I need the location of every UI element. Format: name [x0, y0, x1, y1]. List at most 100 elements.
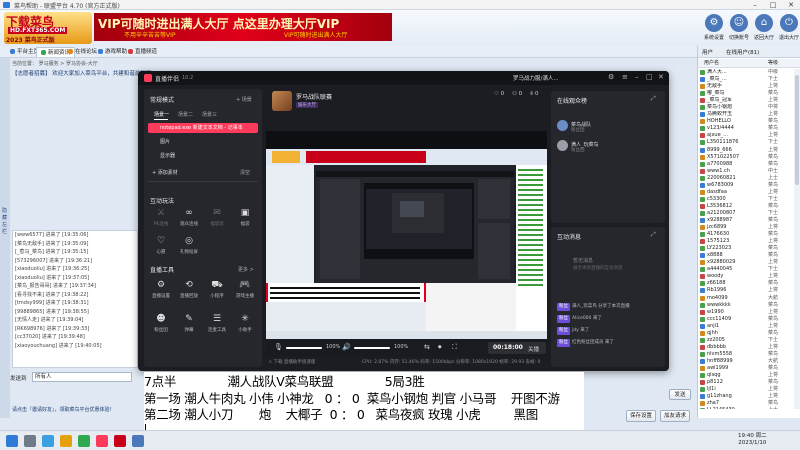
download-tip[interactable]: ⚠ 下载 直播助手极速版 [268, 359, 315, 365]
fullscreen-icon[interactable]: ⛶ [452, 343, 457, 352]
expand-icon[interactable]: ⤢ [651, 231, 656, 239]
end-live-button[interactable]: 关播 [528, 345, 539, 353]
search-icon[interactable] [24, 435, 36, 447]
folder-icon[interactable] [60, 435, 72, 447]
top-icon-3[interactable]: ⏻ 退出大厅 [775, 14, 800, 46]
speaker-icon[interactable]: 🔊 [342, 343, 351, 351]
live-tool-5[interactable]: ✎ 弹幕 [176, 313, 202, 335]
user-row[interactable]: 嘟_菜鸟 菜鸟 [698, 90, 794, 97]
live-tool-6[interactable]: ☰ 连麦工具 [204, 313, 230, 335]
user-list-scrollbar[interactable] [794, 69, 800, 409]
wechat-icon[interactable] [78, 435, 90, 447]
save-settings-button[interactable]: 保存设置 [626, 410, 656, 422]
user-row[interactable]: dbbbbb 上将 [698, 344, 794, 351]
site-logo[interactable]: 下载菜鸟 HD.FXT365.COM 2023 菜鸟正式版 [4, 12, 92, 44]
user-row[interactable]: x8888 菜鸟 [698, 252, 794, 259]
user-row[interactable]: c53300 下士 [698, 196, 794, 203]
live-tool-1[interactable]: ⟲ 直播回放 [176, 279, 202, 301]
viewer-item[interactable]: 菜鸟战队 粉丝团 [557, 119, 657, 133]
settings-icon[interactable]: ⚙ [608, 73, 614, 81]
scene-tab-0[interactable]: 场景一 [154, 111, 169, 118]
mic-slider[interactable] [286, 347, 322, 349]
user-row[interactable]: a7700988 菜鸟 [698, 161, 794, 168]
close-icon[interactable]: ✕ [782, 0, 800, 10]
entry-log-list[interactable]: [www6577] 进来了 [19:35:06] [菜鸟无敌手] 进来了 [19:… [12, 230, 138, 368]
user-row[interactable]: 1575123 上将 [698, 238, 794, 245]
user-row[interactable]: awl1999 菜鸟 [698, 365, 794, 372]
user-row[interactable]: a4440045 下士 [698, 266, 794, 273]
user-row[interactable]: 8999_666 上将 [698, 147, 794, 154]
user-row[interactable]: woody 上将 [698, 273, 794, 280]
speaker-slider[interactable] [354, 347, 390, 349]
source-item-2[interactable]: 显示器 [148, 151, 258, 161]
header-level[interactable]: 等级 [768, 59, 778, 68]
send-button[interactable]: 发送 [669, 389, 691, 400]
user-row[interactable]: anji1 上将 [698, 323, 794, 330]
interact-tool-4[interactable]: ♡ 心愿 [148, 235, 174, 257]
user-row[interactable]: _菜鸟_冠军 上将 [698, 97, 794, 104]
invite-link[interactable]: 请点击『邀请好友』，领取菜鸟平台优惠体验！ [12, 406, 115, 413]
user-row[interactable]: dasdfaa 上将 [698, 189, 794, 196]
mirror-icon[interactable]: ⇆ [424, 343, 430, 351]
header-name[interactable]: 用户名 [704, 59, 719, 68]
record-icon[interactable]: ⏺ [438, 343, 442, 352]
mode-title[interactable]: 常规模式 [150, 95, 174, 104]
user-row[interactable]: 满人大... 中级 [698, 69, 794, 76]
tab-users[interactable]: 用户 [702, 48, 713, 56]
add-source-button[interactable]: + 添加素材 [152, 169, 178, 176]
game-taskbar-icon[interactable] [114, 435, 126, 447]
room-avatar[interactable] [272, 91, 292, 111]
top-icon-1[interactable]: ☺ 切换账号 [725, 14, 753, 46]
notepad-icon[interactable] [132, 435, 144, 447]
user-row[interactable]: p8112 菜鸟 [698, 379, 794, 386]
source-item-0[interactable]: notepad.exe 新建文本文档 - 记事本 [148, 123, 258, 133]
start-icon[interactable] [6, 435, 18, 447]
friend-request-button[interactable]: 加友请求 [660, 410, 690, 422]
user-row[interactable]: hnff88999 大航 [698, 358, 794, 365]
scene-tab-2[interactable]: 场景三 [202, 111, 217, 118]
user-row[interactable]: 马腾蛟开玉 上将 [698, 111, 794, 118]
user-row[interactable]: ljl1i 上将 [698, 386, 794, 393]
user-row[interactable]: 220060821 上士 [698, 175, 794, 182]
user-row[interactable]: LY223023 菜鸟 [698, 245, 794, 252]
user-row[interactable]: wwwkkkk 菜鸟 [698, 302, 794, 309]
vip-ad-banner[interactable]: VIP可随时进出满人大厅 点这里办理大厅VIP 不用辛辛苦苦等VIP VIP可随… [94, 13, 392, 41]
minimize-icon[interactable]: – [746, 0, 764, 10]
user-row[interactable]: w6783009 菜鸟 [698, 182, 794, 189]
user-row[interactable]: jzc6899 上将 [698, 224, 794, 231]
online-user-list[interactable]: 满人大... 中级 _菜鸟_... 下士 无敌手 上将 嘟_菜鸟 菜鸟 _菜鸟_冠军 上将 菜鸟小钢… [698, 69, 794, 409]
user-row[interactable]: www1.ch 中士 [698, 168, 794, 175]
studio-close-icon[interactable]: ✕ [658, 73, 664, 81]
live-tool-2[interactable]: ⛟ 小程序 [204, 279, 230, 301]
studio-minimize-icon[interactable]: – [635, 73, 639, 81]
studio-maximize-icon[interactable]: □ [646, 73, 653, 81]
user-row[interactable]: x9288987 菜鸟 [698, 217, 794, 224]
user-row[interactable]: qlsqg 上将 [698, 372, 794, 379]
user-row[interactable]: ccc11409 菜鸟 [698, 316, 794, 323]
user-row[interactable]: x92880029 上将 [698, 259, 794, 266]
interact-tool-0[interactable]: ⚔ PK连线 [148, 207, 174, 229]
stream-preview[interactable] [266, 131, 547, 339]
mic-icon[interactable]: 🎙 [274, 343, 283, 351]
tab-online-users[interactable]: 在线用户(81) [726, 48, 759, 56]
studio-user[interactable]: 罗马战力服/满人... [513, 74, 559, 82]
live-tool-0[interactable]: ⚙ 直播设置 [148, 279, 174, 301]
clock[interactable]: 19:40 周二 2023/1/10 [738, 433, 767, 447]
user-row[interactable]: g11zhang 上将 [698, 393, 794, 400]
viewer-item[interactable]: 满人_玩菜鸟 粉丝团 [557, 139, 657, 153]
user-row[interactable]: ajxue_... 上将 [698, 132, 794, 139]
maximize-icon[interactable]: □ [764, 0, 782, 10]
interact-tool-2[interactable]: ✉ 福袋玩 [204, 207, 230, 229]
user-row[interactable]: zha7 菜鸟 [698, 400, 794, 407]
live-tool-3[interactable]: 🎮 游戏主播 [232, 279, 258, 301]
scene-tab-1[interactable]: 场景二 [178, 111, 193, 118]
live-tool-4[interactable]: ☻ 粉丝团 [148, 313, 174, 335]
user-row[interactable]: v123/4444 菜鸟 [698, 125, 794, 132]
user-row[interactable]: z66188 菜鸟 [698, 280, 794, 287]
user-row[interactable]: zz2005 下士 [698, 337, 794, 344]
studio-taskbar-icon[interactable] [96, 435, 108, 447]
more-tools-link[interactable]: 更多 > [238, 266, 254, 273]
user-row[interactable]: 菜鸟小钢炮 中将 [698, 104, 794, 111]
user-row[interactable]: a21200807 下士 [698, 210, 794, 217]
user-row[interactable]: L3536812 菜鸟 [698, 203, 794, 210]
